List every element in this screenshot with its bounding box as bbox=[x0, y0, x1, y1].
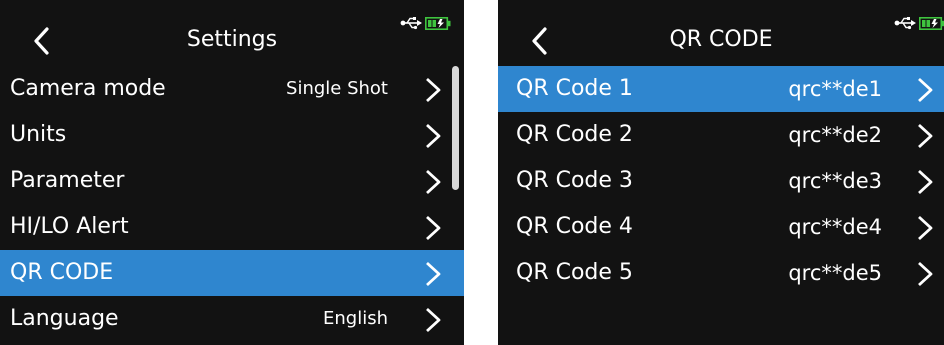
qr-code-screen: QR CODE QR Code 1 qrc**de1 QR Code 2 qrc… bbox=[498, 0, 944, 345]
chevron-right-icon bbox=[426, 77, 441, 103]
settings-item-label: Units bbox=[10, 122, 67, 147]
qr-code-label: QR Code 4 bbox=[516, 214, 633, 239]
qr-code-value: qrc**de1 bbox=[788, 77, 882, 101]
chevron-right-icon bbox=[426, 307, 441, 333]
page-title: QR CODE bbox=[669, 27, 773, 52]
qr-code-header: QR CODE bbox=[498, 0, 944, 70]
battery-charging-icon bbox=[425, 17, 451, 30]
settings-item-units[interactable]: Units bbox=[0, 112, 464, 158]
settings-item-hi-lo-alert[interactable]: HI/LO Alert bbox=[0, 204, 464, 250]
chevron-right-icon bbox=[426, 123, 441, 149]
settings-item-label: Parameter bbox=[10, 168, 125, 193]
settings-item-language[interactable]: Language English bbox=[0, 296, 464, 342]
qr-code-item[interactable]: QR Code 1 qrc**de1 bbox=[498, 66, 944, 112]
settings-item-value: English bbox=[323, 308, 388, 329]
settings-item-camera-mode[interactable]: Camera mode Single Shot bbox=[0, 66, 464, 112]
qr-code-value: qrc**de2 bbox=[788, 123, 882, 147]
qr-code-label: QR Code 3 bbox=[516, 168, 633, 193]
settings-header: Settings bbox=[0, 0, 464, 70]
page-title: Settings bbox=[186, 27, 278, 52]
scrollbar[interactable] bbox=[452, 66, 459, 190]
settings-item-label: QR CODE bbox=[10, 260, 114, 285]
qr-code-item[interactable]: QR Code 2 qrc**de2 bbox=[498, 112, 944, 158]
chevron-left-icon[interactable] bbox=[30, 25, 54, 57]
chevron-left-icon[interactable] bbox=[528, 25, 552, 57]
qr-code-value: qrc**de4 bbox=[788, 215, 882, 239]
settings-item-label: Language bbox=[10, 306, 119, 331]
qr-code-value: qrc**de3 bbox=[788, 169, 882, 193]
chevron-right-icon bbox=[918, 215, 933, 241]
qr-code-item[interactable]: QR Code 5 qrc**de5 bbox=[498, 250, 944, 296]
chevron-right-icon bbox=[426, 169, 441, 195]
settings-item-label: HI/LO Alert bbox=[10, 214, 129, 239]
settings-item-label: Camera mode bbox=[10, 76, 166, 101]
settings-item-value: Single Shot bbox=[286, 78, 388, 99]
chevron-right-icon bbox=[426, 261, 441, 287]
usb-icon bbox=[894, 17, 916, 30]
settings-item-qr-code[interactable]: QR CODE bbox=[0, 250, 464, 296]
settings-item-parameter[interactable]: Parameter bbox=[0, 158, 464, 204]
battery-charging-icon bbox=[919, 17, 944, 30]
chevron-right-icon bbox=[918, 261, 933, 287]
chevron-right-icon bbox=[918, 169, 933, 195]
chevron-right-icon bbox=[426, 215, 441, 241]
chevron-right-icon bbox=[918, 123, 933, 149]
qr-code-item[interactable]: QR Code 3 qrc**de3 bbox=[498, 158, 944, 204]
chevron-right-icon bbox=[918, 77, 933, 103]
qr-code-label: QR Code 2 bbox=[516, 122, 633, 147]
qr-code-label: QR Code 1 bbox=[516, 76, 633, 101]
qr-code-value: qrc**de5 bbox=[788, 261, 882, 285]
usb-icon bbox=[400, 17, 422, 30]
settings-screen: Settings Camera mode Single Shot Units P… bbox=[0, 0, 464, 345]
qr-code-label: QR Code 5 bbox=[516, 260, 633, 285]
qr-code-item[interactable]: QR Code 4 qrc**de4 bbox=[498, 204, 944, 250]
